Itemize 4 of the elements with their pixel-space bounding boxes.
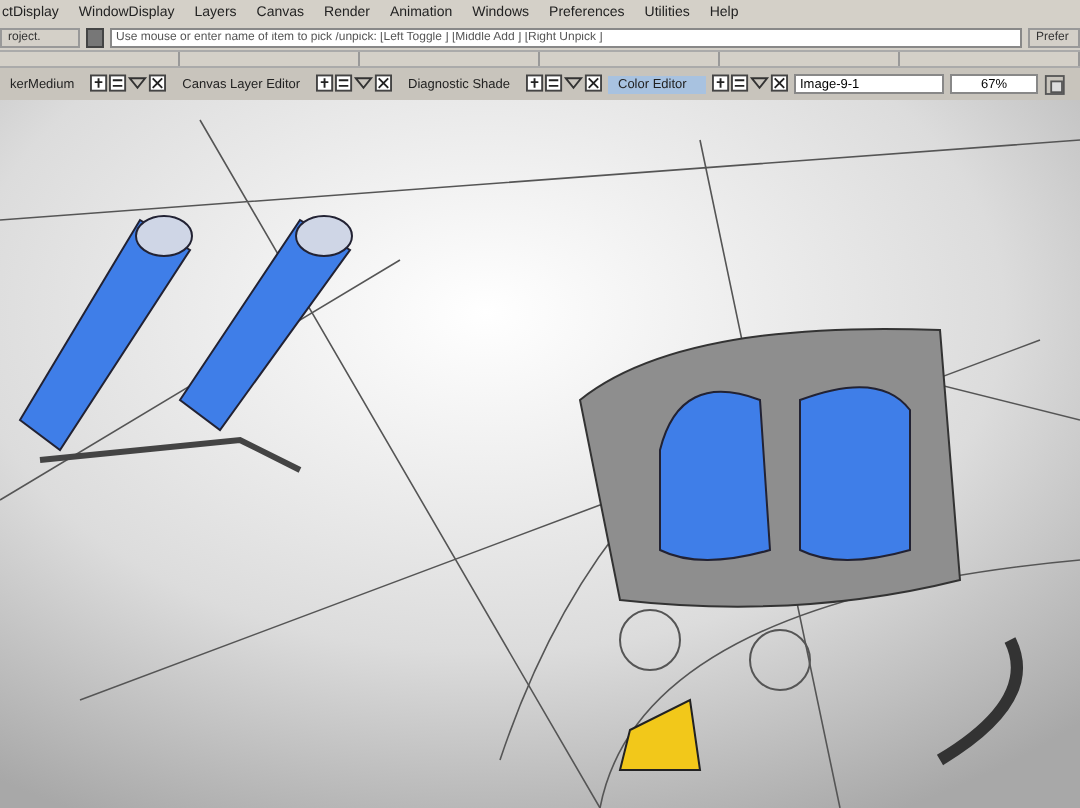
tab-controls-icon[interactable] <box>316 74 393 94</box>
tab-controls-icon[interactable] <box>90 74 167 94</box>
tab-controls-icon[interactable] <box>712 74 788 94</box>
tab-controls-icon[interactable] <box>526 74 602 94</box>
